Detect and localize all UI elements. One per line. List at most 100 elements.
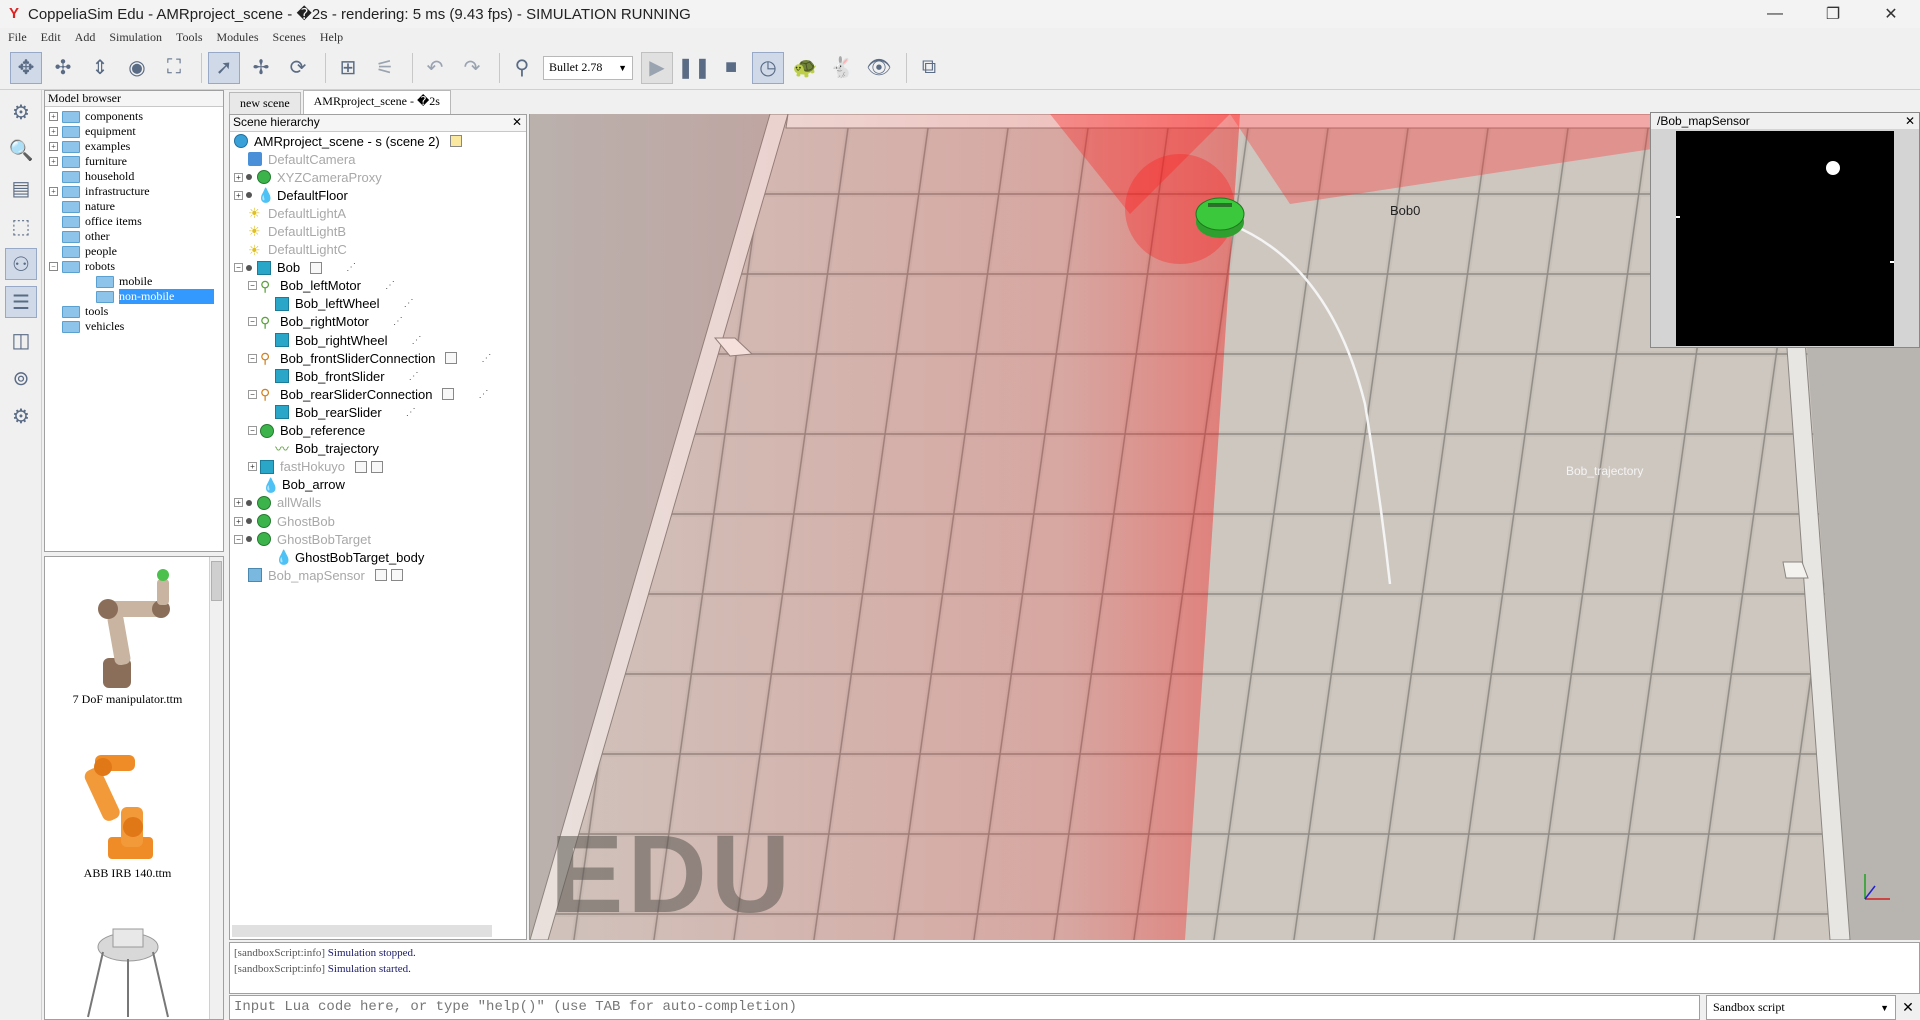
hierarchy-item-Bob_frontSliderConnection[interactable]: − ⚲ Bob_frontSliderConnection ⋰	[248, 349, 491, 367]
menu-modules[interactable]: Modules	[217, 30, 259, 45]
scroll-thumb[interactable]	[211, 561, 222, 601]
redo-icon[interactable]: ↷	[456, 52, 488, 84]
hierarchy-item-Bob_reference[interactable]: − Bob_reference	[248, 422, 365, 440]
script-icon[interactable]	[310, 261, 323, 274]
expander-icon[interactable]: −	[234, 263, 243, 273]
hierarchy-item-DefaultLightB[interactable]: ☀ DefaultLightB	[248, 222, 346, 240]
zoom-fit-icon[interactable]: ⛶	[158, 52, 190, 84]
thumbnails-scrollbar[interactable]	[209, 557, 223, 1019]
script-icon[interactable]	[355, 460, 368, 473]
hierarchy-item-GhostBob[interactable]: + GhostBob	[234, 512, 335, 530]
script-icon[interactable]	[445, 352, 458, 365]
thumbnail-7dof[interactable]: 7 DoF manipulator.ttm	[45, 563, 210, 707]
close-icon[interactable]: ✕	[1896, 995, 1920, 1020]
script-icon[interactable]	[449, 135, 462, 147]
user-settings-icon[interactable]: ⚙	[5, 400, 37, 432]
expander-icon[interactable]: +	[49, 187, 58, 196]
script-icon[interactable]	[442, 388, 455, 401]
script-icon[interactable]	[374, 569, 387, 582]
map-sensor-view[interactable]: /Bob_mapSensor ✕	[1650, 112, 1920, 348]
visualization-icon[interactable]: 👁	[863, 52, 895, 84]
hierarchy-item-Bob_leftWheel[interactable]: Bob_leftWheel ⋰	[275, 295, 414, 313]
model-folder-robots[interactable]: − robots	[45, 259, 223, 274]
script-icon[interactable]	[390, 569, 403, 582]
hierarchy-item-Bob_rearSlider[interactable]: Bob_rearSlider ⋰	[275, 403, 416, 421]
object-shift-icon[interactable]: ✢	[245, 52, 277, 84]
model-folder-infrastructure[interactable]: + infrastructure	[45, 184, 223, 199]
realtime-icon[interactable]: ◷	[752, 51, 784, 84]
expander-icon[interactable]: +	[49, 127, 58, 136]
lua-input[interactable]: Input Lua code here, or type "help()" (u…	[229, 995, 1700, 1020]
transfer-dna-icon[interactable]: ⚟	[369, 52, 401, 84]
hierarchy-item-Bob_leftMotor[interactable]: − ⚲ Bob_leftMotor ⋰	[248, 277, 395, 295]
simulation-settings-icon[interactable]: ⚙	[5, 96, 37, 128]
menu-help[interactable]: Help	[320, 30, 343, 45]
hierarchy-item-DefaultCamera[interactable]: DefaultCamera	[248, 150, 355, 168]
model-folder-other[interactable]: other	[45, 229, 223, 244]
model-browser-icon[interactable]: ⚇	[5, 248, 37, 280]
expander-icon[interactable]: −	[248, 317, 257, 327]
script-icon[interactable]	[371, 460, 384, 473]
hierarchy-item-allWalls[interactable]: + allWalls	[234, 494, 321, 512]
model-folder-furniture[interactable]: + furniture	[45, 154, 223, 169]
object-rotate-icon[interactable]: ⟳	[282, 52, 314, 84]
hierarchy-item-Bob_rearSliderConnection[interactable]: − ⚲ Bob_rearSliderConnection ⋰	[248, 385, 488, 403]
hierarchy-item-XYZCameraProxy[interactable]: + XYZCameraProxy	[234, 168, 382, 186]
physics-engine-select[interactable]: Bullet 2.78 ▼	[543, 55, 633, 80]
expander-icon[interactable]: −	[49, 262, 58, 271]
model-folder-people[interactable]: people	[45, 244, 223, 259]
hierarchy-item-Bob[interactable]: − Bob ⋰	[234, 259, 356, 277]
expander-icon[interactable]: +	[234, 172, 243, 182]
model-folder-examples[interactable]: + examples	[45, 139, 223, 154]
model-folder-components[interactable]: + components	[45, 109, 223, 124]
search-icon[interactable]: 🔍	[5, 134, 37, 166]
undo-icon[interactable]: ↶	[419, 52, 451, 84]
expander-icon[interactable]: +	[234, 498, 243, 508]
close-icon[interactable]: ✕	[1905, 113, 1915, 129]
slow-icon[interactable]: 🐢	[789, 52, 821, 84]
hierarchy-item-DefaultFloor[interactable]: + 💧 DefaultFloor	[234, 186, 348, 204]
expander-icon[interactable]: −	[248, 426, 257, 435]
menu-scenes[interactable]: Scenes	[273, 30, 306, 45]
close-icon[interactable]: ✕	[512, 115, 522, 131]
hierarchy-item-Bob_rightWheel[interactable]: Bob_rightWheel ⋰	[275, 331, 422, 349]
script-selector[interactable]: Sandbox script ▼	[1706, 995, 1896, 1020]
model-folder-tools[interactable]: tools	[45, 304, 223, 319]
hierarchy-root[interactable]: AMRproject_scene - s (scene 2)	[234, 132, 462, 150]
hierarchy-item-GhostBobTarget[interactable]: − GhostBobTarget	[234, 530, 371, 548]
model-folder-vehicles[interactable]: vehicles	[45, 319, 223, 334]
expander-icon[interactable]: +	[49, 112, 58, 121]
calculation-modules-icon[interactable]: ▤	[5, 172, 37, 204]
hierarchy-item-Bob_frontSlider[interactable]: Bob_frontSlider ⋰	[275, 367, 419, 385]
expander-icon[interactable]: +	[234, 516, 243, 526]
expander-icon[interactable]: −	[248, 389, 257, 399]
pause-icon[interactable]: ❚❚	[677, 52, 711, 84]
hierarchy-item-DefaultLightC[interactable]: ☀ DefaultLightC	[248, 241, 347, 259]
assembly-icon[interactable]: ⊞	[332, 52, 364, 84]
fast-icon[interactable]: 🐇	[826, 52, 858, 84]
hierarchy-hscrollbar[interactable]	[232, 925, 492, 937]
thumbnail-abb-irb140[interactable]: ABB IRB 140.ttm	[45, 737, 210, 881]
expander-icon[interactable]: +	[49, 142, 58, 151]
play-icon[interactable]: ▶	[641, 51, 673, 84]
model-folder-office-items[interactable]: office items	[45, 214, 223, 229]
menu-add[interactable]: Add	[75, 30, 96, 45]
thumbnail-delta-robot[interactable]	[45, 917, 210, 1019]
sim-settings-icon[interactable]: ⚲	[506, 52, 538, 84]
hierarchy-item-Bob_trajectory[interactable]: 〰 Bob_trajectory	[275, 440, 379, 458]
menu-tools[interactable]: Tools	[176, 30, 203, 45]
camera-fit-icon[interactable]: ◉	[121, 52, 153, 84]
menu-file[interactable]: File	[8, 30, 27, 45]
translate-icon[interactable]: ✣	[47, 52, 79, 84]
move-icon[interactable]: ⇕	[84, 52, 116, 84]
menu-edit[interactable]: Edit	[41, 30, 61, 45]
stop-icon[interactable]: ■	[715, 52, 747, 84]
model-folder-nature[interactable]: nature	[45, 199, 223, 214]
hierarchy-item-GhostBobTarget_body[interactable]: 💧 GhostBobTarget_body	[275, 548, 424, 566]
video-recorder-icon[interactable]: ⊚	[5, 362, 37, 394]
model-folder-household[interactable]: household	[45, 169, 223, 184]
menu-simulation[interactable]: Simulation	[109, 30, 162, 45]
expander-icon[interactable]: −	[234, 534, 243, 544]
hierarchy-item-Bob_mapSensor[interactable]: Bob_mapSensor	[248, 566, 403, 584]
expander-icon[interactable]: −	[248, 281, 257, 291]
